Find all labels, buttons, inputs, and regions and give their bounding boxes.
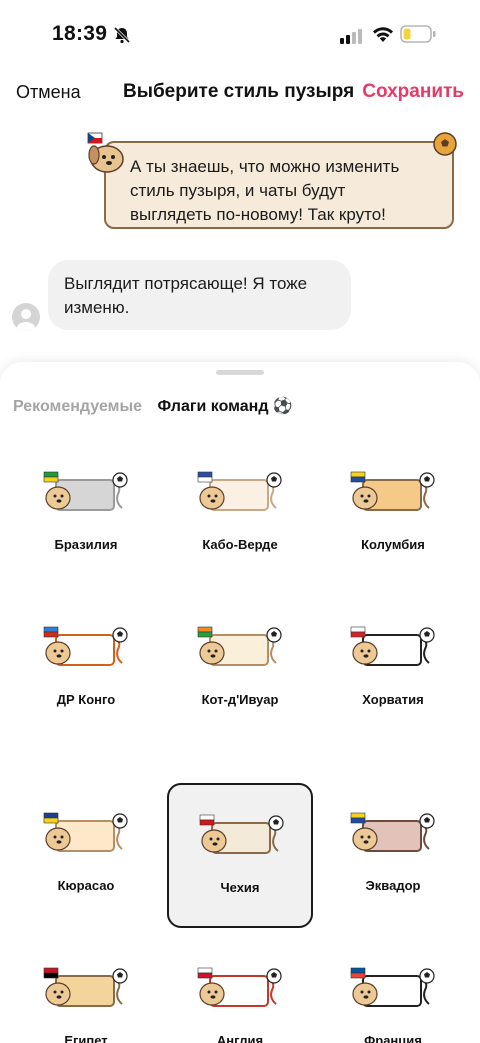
- bubble-style-label: Франция: [364, 1033, 422, 1043]
- bubble-preview: А ты знаешь, что можно изменить стиль пу…: [0, 125, 480, 345]
- bubble-style-label: Кот-д'Ивуар: [201, 692, 279, 707]
- outgoing-line: А ты знаешь, что можно изменить: [130, 157, 400, 176]
- bubble-style-preview-icon: [197, 471, 282, 511]
- outgoing-line: выглядеть по-новому! Так круто!: [130, 205, 386, 224]
- bubble-style-preview-icon: [43, 471, 128, 511]
- bubble-style-label: Египет: [64, 1033, 108, 1043]
- avatar: [12, 303, 40, 331]
- outgoing-bubble: А ты знаешь, что можно изменить стиль пу…: [104, 141, 454, 229]
- bubble-style-label: Кабо-Верде: [202, 537, 278, 552]
- bubble-style-label: Бразилия: [54, 537, 118, 552]
- bubble-style-label: ДР Конго: [56, 692, 116, 707]
- bubble-style-preview-icon: [43, 967, 128, 1007]
- cellular-signal-icon: [340, 29, 362, 44]
- bubble-style-preview-icon: [350, 967, 435, 1007]
- style-picker-sheet: Рекомендуемые Флаги команд ⚽ Бразилия Каб…: [0, 362, 480, 1043]
- save-button[interactable]: Сохранить: [362, 81, 464, 103]
- bubble-style-option[interactable]: Кюрасао: [13, 783, 159, 928]
- status-time: 18:39: [52, 22, 108, 45]
- tab-bar: Рекомендуемые Флаги команд ⚽: [13, 396, 304, 416]
- bubble-style-option[interactable]: Египет: [13, 938, 159, 1043]
- soccer-ball-icon: [433, 132, 457, 156]
- user-silhouette-icon: [17, 309, 35, 331]
- bubble-style-preview-icon: [43, 626, 128, 666]
- bubble-style-option[interactable]: Хорватия: [320, 597, 466, 742]
- page-title: Выберите стиль пузыря: [123, 81, 355, 102]
- sheet-grabber[interactable]: [216, 370, 264, 375]
- bubble-style-option[interactable]: Чехия: [167, 783, 313, 928]
- bubble-style-option[interactable]: Колумбия: [320, 442, 466, 587]
- bubble-style-option[interactable]: Франция: [320, 938, 466, 1043]
- incoming-line: Выглядит потрясающе! Я тоже: [64, 274, 308, 293]
- battery-icon: [400, 25, 436, 43]
- bubble-style-option[interactable]: Кабо-Верде: [167, 442, 313, 587]
- bubble-style-label: Хорватия: [362, 692, 424, 707]
- bubble-style-preview-icon: [197, 626, 282, 666]
- bubble-style-label: Эквадор: [365, 878, 421, 893]
- status-bar: 18:39: [0, 0, 480, 70]
- bubble-style-option[interactable]: Кот-д'Ивуар: [167, 597, 313, 742]
- bubble-style-preview-icon: [43, 812, 128, 852]
- bubble-style-option[interactable]: Эквадор: [320, 783, 466, 928]
- bubble-style-preview-icon: [350, 471, 435, 511]
- nav-bar: Отмена Выберите стиль пузыря Сохранить: [0, 74, 480, 110]
- bubble-style-option[interactable]: Бразилия: [13, 442, 159, 587]
- bell-muted-icon: [113, 26, 131, 44]
- tab-recommended[interactable]: Рекомендуемые: [13, 398, 142, 416]
- bubble-style-preview-icon: [350, 812, 435, 852]
- bubble-style-preview-icon: [199, 814, 284, 854]
- bubble-style-label: Англия: [216, 1033, 264, 1043]
- bubble-style-preview-icon: [350, 626, 435, 666]
- bubble-style-option[interactable]: Англия: [167, 938, 313, 1043]
- tab-team-flags[interactable]: Флаги команд ⚽: [158, 396, 293, 416]
- incoming-line: изменю.: [64, 298, 130, 317]
- cancel-button[interactable]: Отмена: [16, 82, 81, 103]
- bubble-style-option[interactable]: ДР Конго: [13, 597, 159, 742]
- incoming-bubble: Выглядит потрясающе! Я тоже изменю.: [48, 260, 351, 330]
- wifi-icon: [373, 27, 393, 42]
- bubble-style-label: Чехия: [220, 880, 260, 895]
- bubble-style-label: Кюрасао: [57, 878, 115, 893]
- dog-mascot-icon: [87, 132, 124, 173]
- bubble-style-label: Колумбия: [361, 537, 425, 552]
- bubble-style-preview-icon: [197, 967, 282, 1007]
- outgoing-line: стиль пузыря, и чаты будут: [130, 181, 346, 200]
